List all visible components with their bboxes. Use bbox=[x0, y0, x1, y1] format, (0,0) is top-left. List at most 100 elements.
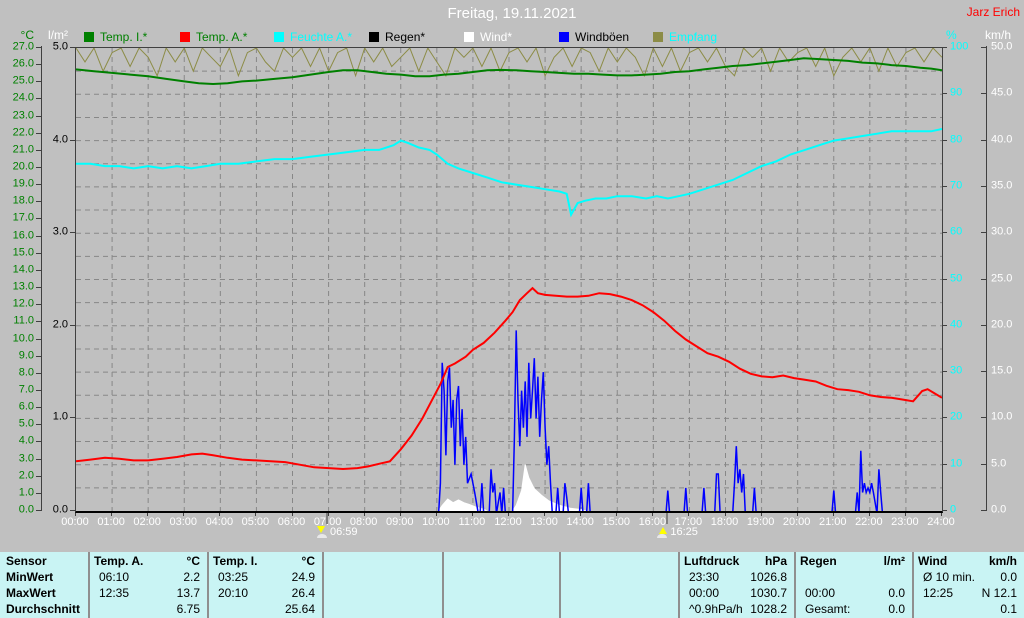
temp-axis-label: 11.0 bbox=[13, 314, 34, 327]
humidity-axis-label: 10 bbox=[950, 457, 963, 470]
cell-value bbox=[552, 569, 557, 585]
temp-axis-tick bbox=[36, 149, 41, 151]
sunrise-time: 06:59 bbox=[329, 526, 358, 538]
table-cell: 06:10 2.2 bbox=[90, 569, 205, 585]
cell-time: 12:25 bbox=[923, 586, 954, 600]
cell-value: 1030.7 bbox=[750, 586, 787, 600]
temp-axis-label: 27.0 bbox=[12, 40, 34, 53]
temp-axis-tick bbox=[36, 287, 41, 289]
table-row-header: MaxWert bbox=[6, 586, 56, 600]
cell-time bbox=[324, 569, 333, 585]
cell-value: 26.4 bbox=[291, 586, 315, 600]
cell-value: 13.7 bbox=[176, 586, 200, 600]
cell-time bbox=[561, 569, 570, 585]
cell-value: 0.1 bbox=[1000, 602, 1017, 616]
table-column-header bbox=[561, 553, 676, 569]
temp-axis-tick bbox=[36, 372, 41, 374]
summary-table: Sensor MinWert MaxWert Durchschnitt Temp. A.… bbox=[0, 552, 1024, 618]
column-name bbox=[444, 553, 448, 569]
temp-axis-tick bbox=[36, 458, 41, 460]
temp-axis-label: 22.0 bbox=[12, 126, 34, 139]
column-name bbox=[561, 553, 565, 569]
legend-label: Empfang bbox=[669, 30, 718, 44]
rain-axis-label: 1.0 bbox=[52, 410, 68, 423]
rain-axis-label: 0.0 bbox=[52, 503, 68, 516]
wind-axis-label: 10.0 bbox=[991, 410, 1013, 423]
temp-axis-label: 3.0 bbox=[18, 452, 34, 465]
cell-value bbox=[671, 569, 676, 585]
legend-item: Feuchte A.* bbox=[274, 30, 352, 44]
cell-time: 00:00 bbox=[689, 586, 720, 600]
temp-axis-tick bbox=[36, 201, 41, 203]
column-unit: km/h bbox=[988, 554, 1017, 568]
table-row-header: Sensor bbox=[6, 554, 47, 568]
humidity-axis-label: 70 bbox=[950, 179, 963, 192]
rain-axis-label: 3.0 bbox=[52, 225, 68, 238]
chart-svg bbox=[76, 48, 942, 511]
table-cell bbox=[444, 585, 557, 601]
temp-axis-tick bbox=[36, 64, 41, 66]
table-cell: 20:10 26.4 bbox=[209, 585, 320, 601]
cell-time bbox=[444, 569, 453, 585]
rain-axis-label: 5.0 bbox=[52, 40, 68, 53]
cell-time bbox=[209, 601, 218, 617]
temp-axis-label: 4.0 bbox=[18, 434, 34, 447]
table-cell: 03:25 24.9 bbox=[209, 569, 320, 585]
table-cell bbox=[444, 601, 557, 617]
cell-value: 24.9 bbox=[291, 570, 315, 584]
temp-axis-label: 16.0 bbox=[12, 229, 34, 242]
table-cell: 12:35 13.7 bbox=[90, 585, 205, 601]
table-column-header: Temp. A. °C bbox=[90, 553, 205, 569]
weather-station-window: Freitag, 19.11.2021 Jarz Erich °C l/m² %… bbox=[0, 0, 1024, 618]
wind-axis-tick bbox=[981, 371, 986, 373]
table-row-header: MinWert bbox=[6, 570, 54, 584]
table-cell bbox=[561, 585, 676, 601]
legend-item: Temp. I.* bbox=[84, 30, 147, 44]
humidity-axis-label: 40 bbox=[950, 318, 963, 331]
column-name: Temp. I. bbox=[213, 554, 258, 568]
cell-time bbox=[561, 585, 570, 601]
wind-axis-tick bbox=[981, 324, 986, 326]
temp-axis-tick bbox=[36, 184, 41, 186]
cell-value: 2.2 bbox=[183, 570, 200, 584]
wind-axis-label: 40.0 bbox=[991, 133, 1013, 146]
cell-time: 06:10 bbox=[99, 570, 130, 584]
cell-time: 03:25 bbox=[218, 570, 249, 584]
rain-axis-label: 2.0 bbox=[52, 318, 68, 331]
windb-en-swatch-icon bbox=[559, 32, 569, 42]
wind-axis-label: 50.0 bbox=[991, 40, 1013, 53]
cell-value bbox=[552, 601, 557, 617]
cell-time bbox=[324, 585, 333, 601]
humidity-axis-label: 80 bbox=[950, 133, 963, 146]
temp-axis-label: 12.0 bbox=[12, 297, 34, 310]
column-unit: hPa bbox=[764, 554, 787, 568]
humidity-axis-label: 100 bbox=[950, 40, 969, 53]
legend-label: Temp. I.* bbox=[100, 30, 148, 44]
temp-axis-tick bbox=[36, 475, 41, 477]
chart-plot-area bbox=[75, 47, 943, 513]
table-cell: 00:00 1030.7 bbox=[680, 585, 792, 601]
cell-value bbox=[905, 569, 910, 585]
cell-value: 0.0 bbox=[888, 586, 905, 600]
temp-axis-label: 15.0 bbox=[12, 246, 34, 259]
wind-axis-tick bbox=[981, 463, 986, 465]
sunset-marker: 16:25 bbox=[656, 526, 698, 538]
cell-time: 20:10 bbox=[218, 586, 249, 600]
temp-axis-tick bbox=[36, 98, 41, 100]
wind-axis-label: 5.0 bbox=[991, 457, 1007, 470]
legend-item: Windböen bbox=[559, 30, 629, 44]
table-cell bbox=[324, 601, 440, 617]
table-cell: 12:25 N 12.1 bbox=[914, 585, 1022, 601]
page-title: Freitag, 19.11.2021 bbox=[447, 5, 577, 22]
temp-axis-tick bbox=[36, 389, 41, 391]
cell-time: 23:30 bbox=[689, 570, 720, 584]
table-row-header: Durchschnitt bbox=[6, 602, 81, 616]
wind-axis-label: 25.0 bbox=[991, 272, 1013, 284]
temp-axis-tick bbox=[36, 424, 41, 426]
wind-axis-tick bbox=[981, 47, 986, 48]
legend-item: Regen* bbox=[369, 30, 425, 44]
cell-time: 00:00 bbox=[805, 586, 836, 600]
cell-value: 25.64 bbox=[284, 602, 315, 616]
humidity-axis-label: 30 bbox=[950, 364, 963, 377]
cell-time bbox=[444, 601, 453, 617]
